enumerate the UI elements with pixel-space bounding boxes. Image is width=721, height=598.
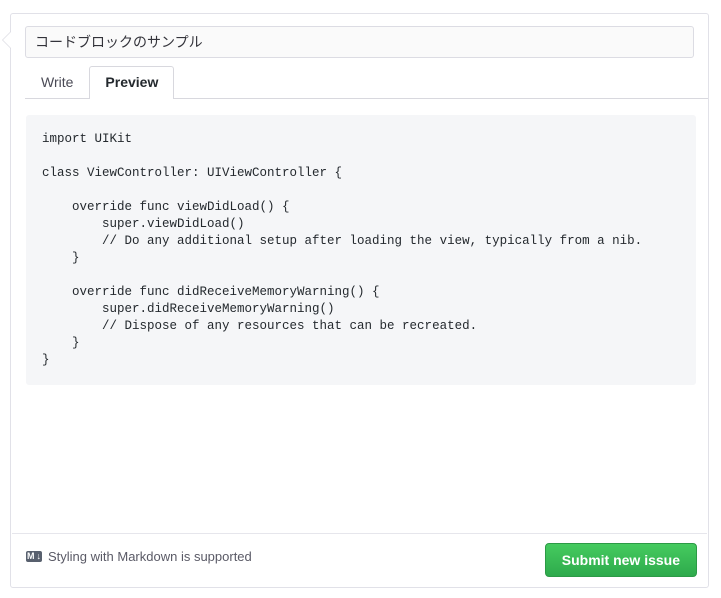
write-preview-tab-bar: Write Preview — [25, 66, 708, 100]
form-footer: Styling with Markdown is supported Submi… — [12, 533, 707, 586]
new-issue-form: Write Preview import UIKit class ViewCon… — [2, 13, 709, 588]
markdown-help-link[interactable]: Styling with Markdown is supported — [26, 549, 252, 564]
markdown-help-label: Styling with Markdown is supported — [48, 549, 252, 564]
code-block: import UIKit class ViewController: UIVie… — [26, 115, 696, 385]
preview-content: import UIKit class ViewController: UIVie… — [12, 99, 707, 385]
markdown-icon — [26, 550, 42, 562]
issue-title-input[interactable] — [25, 26, 694, 58]
tab-write[interactable]: Write — [25, 66, 89, 99]
issue-title-row — [25, 26, 694, 58]
code-block-text: import UIKit class ViewController: UIVie… — [42, 132, 643, 367]
submit-new-issue-button[interactable]: Submit new issue — [544, 543, 697, 577]
comment-bubble-arrow — [3, 31, 12, 49]
tab-strip: Write Preview — [25, 66, 708, 99]
preview-pane: import UIKit class ViewController: UIVie… — [12, 99, 707, 534]
tab-preview[interactable]: Preview — [89, 66, 175, 99]
